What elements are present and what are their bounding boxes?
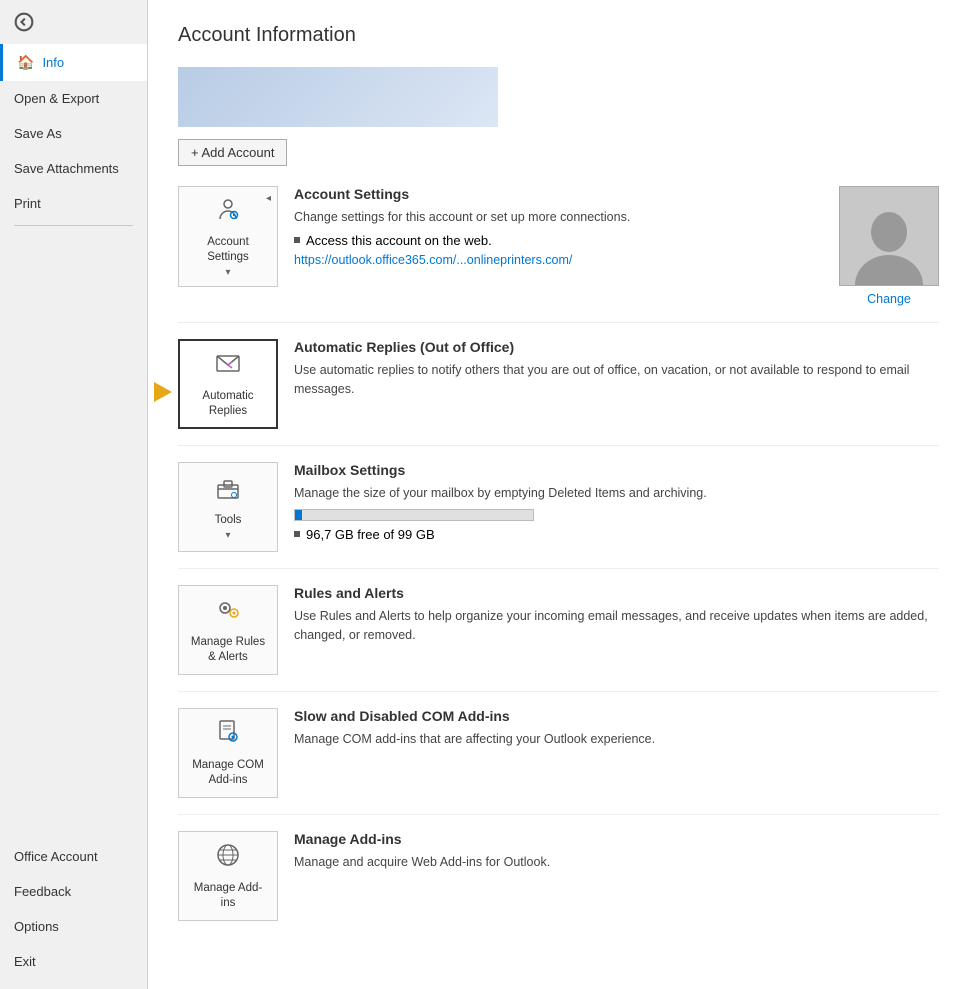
- manage-addins-info: Manage Add-ins Manage and acquire Web Ad…: [294, 831, 939, 878]
- com-addins-icon: [214, 718, 242, 752]
- page-title: Account Information: [178, 24, 939, 47]
- mailbox-storage-info: 96,7 GB free of 99 GB: [294, 527, 939, 542]
- sidebar-item-print[interactable]: Print: [0, 186, 147, 221]
- account-settings-title: Account Settings: [294, 186, 819, 202]
- main-content: Account Information + Add Account ◂ Acco…: [148, 0, 969, 989]
- mailbox-storage-text: 96,7 GB free of 99 GB: [306, 527, 435, 542]
- manage-addins-card[interactable]: Manage Add-ins: [178, 831, 278, 921]
- automatic-replies-info: Automatic Replies (Out of Office) Use au…: [294, 339, 939, 405]
- user-avatar-area: Change: [839, 186, 939, 306]
- account-settings-desc: Change settings for this account or set …: [294, 208, 819, 227]
- account-header-bar: [178, 67, 498, 127]
- rules-alerts-label: Manage Rules& Alerts: [191, 635, 265, 665]
- back-button[interactable]: [0, 0, 147, 44]
- automatic-replies-desc: Use automatic replies to notify others t…: [294, 361, 939, 399]
- sidebar-item-label: Office Account: [14, 849, 98, 864]
- change-avatar-link[interactable]: Change: [867, 292, 911, 306]
- sidebar: 🏠 Info Open & Export Save As Save Attach…: [0, 0, 148, 989]
- com-addins-row: Manage COMAdd-ins Slow and Disabled COM …: [178, 708, 939, 815]
- manage-addins-desc: Manage and acquire Web Add-ins for Outlo…: [294, 853, 939, 872]
- com-addins-label: Manage COMAdd-ins: [192, 758, 264, 788]
- rules-alerts-title: Rules and Alerts: [294, 585, 939, 601]
- rules-alerts-info: Rules and Alerts Use Rules and Alerts to…: [294, 585, 939, 651]
- sidebar-item-save-attachments[interactable]: Save Attachments: [0, 151, 147, 186]
- card-collapse-icon: ◂: [266, 193, 271, 204]
- sidebar-divider: [14, 225, 133, 226]
- rules-alerts-desc: Use Rules and Alerts to help organize yo…: [294, 607, 939, 645]
- tools-icon: [214, 473, 242, 507]
- mailbox-settings-info: Mailbox Settings Manage the size of your…: [294, 462, 939, 546]
- automatic-replies-label: AutomaticReplies: [202, 389, 253, 419]
- bullet-icon: [294, 531, 300, 537]
- automatic-replies-title: Automatic Replies (Out of Office): [294, 339, 939, 355]
- account-settings-dropdown[interactable]: ▾: [225, 267, 230, 278]
- bullet-text: Access this account on the web.: [306, 233, 492, 248]
- manage-addins-icon: [214, 841, 242, 875]
- sidebar-item-save-as[interactable]: Save As: [0, 116, 147, 151]
- sidebar-item-exit[interactable]: Exit: [0, 944, 147, 979]
- account-settings-card[interactable]: ◂ AccountSettings ▾: [178, 186, 278, 287]
- back-icon: [14, 12, 34, 32]
- sidebar-item-feedback[interactable]: Feedback: [0, 874, 147, 909]
- sidebar-item-label: Info: [42, 55, 64, 70]
- mailbox-settings-desc: Manage the size of your mailbox by empty…: [294, 484, 939, 503]
- sidebar-item-label: Open & Export: [14, 91, 99, 106]
- account-settings-label: AccountSettings: [207, 235, 249, 265]
- arrow-head: [154, 382, 172, 402]
- sidebar-item-info[interactable]: 🏠 Info: [0, 44, 147, 81]
- manage-addins-title: Manage Add-ins: [294, 831, 939, 847]
- com-addins-desc: Manage COM add-ins that are affecting yo…: [294, 730, 939, 749]
- com-addins-info: Slow and Disabled COM Add-ins Manage COM…: [294, 708, 939, 755]
- sidebar-item-label: Print: [14, 196, 41, 211]
- mailbox-progress-fill: [295, 510, 302, 520]
- add-account-button[interactable]: + Add Account: [178, 139, 287, 166]
- sidebar-item-label: Save As: [14, 126, 62, 141]
- bullet-icon: [294, 237, 300, 243]
- sidebar-nav: 🏠 Info Open & Export Save As Save Attach…: [0, 44, 147, 989]
- mailbox-settings-row: Tools ▾ Mailbox Settings Manage the size…: [178, 462, 939, 569]
- mailbox-settings-card[interactable]: Tools ▾: [178, 462, 278, 552]
- sidebar-item-label: Save Attachments: [14, 161, 119, 176]
- sidebar-item-open-export[interactable]: Open & Export: [0, 81, 147, 116]
- sidebar-item-options[interactable]: Options: [0, 909, 147, 944]
- user-avatar: [839, 186, 939, 286]
- manage-addins-row: Manage Add-ins Manage Add-ins Manage and…: [178, 831, 939, 937]
- account-settings-row: ◂ AccountSettings ▾ Account Settings Cha…: [178, 186, 939, 323]
- rules-alerts-card[interactable]: Manage Rules& Alerts: [178, 585, 278, 675]
- rules-alerts-icon: [214, 595, 242, 629]
- automatic-replies-icon: [214, 349, 242, 383]
- account-settings-icon: [214, 195, 242, 229]
- account-settings-bullet: Access this account on the web.: [294, 233, 819, 248]
- com-addins-title: Slow and Disabled COM Add-ins: [294, 708, 939, 724]
- manage-addins-label: Manage Add-ins: [194, 881, 262, 911]
- account-settings-info: Account Settings Change settings for thi…: [294, 186, 819, 267]
- account-settings-link[interactable]: https://outlook.office365.com/...onlinep…: [294, 253, 572, 267]
- sidebar-item-office-account[interactable]: Office Account: [0, 839, 147, 874]
- sidebar-item-label: Options: [14, 919, 59, 934]
- sidebar-item-label: Exit: [14, 954, 36, 969]
- automatic-replies-card[interactable]: AutomaticReplies: [178, 339, 278, 429]
- sidebar-bottom: Office Account Feedback Options Exit: [0, 839, 147, 989]
- home-icon: 🏠: [17, 54, 34, 71]
- rules-alerts-row: Manage Rules& Alerts Rules and Alerts Us…: [178, 585, 939, 692]
- tools-dropdown[interactable]: ▾: [225, 530, 230, 541]
- tools-label: Tools: [215, 513, 242, 528]
- mailbox-progress-bar: [294, 509, 534, 521]
- avatar-icon: [854, 205, 924, 285]
- com-addins-card[interactable]: Manage COMAdd-ins: [178, 708, 278, 798]
- arrow-indicator: [148, 382, 172, 402]
- automatic-replies-row: AutomaticReplies Automatic Replies (Out …: [178, 339, 939, 446]
- mailbox-settings-title: Mailbox Settings: [294, 462, 939, 478]
- sidebar-item-label: Feedback: [14, 884, 71, 899]
